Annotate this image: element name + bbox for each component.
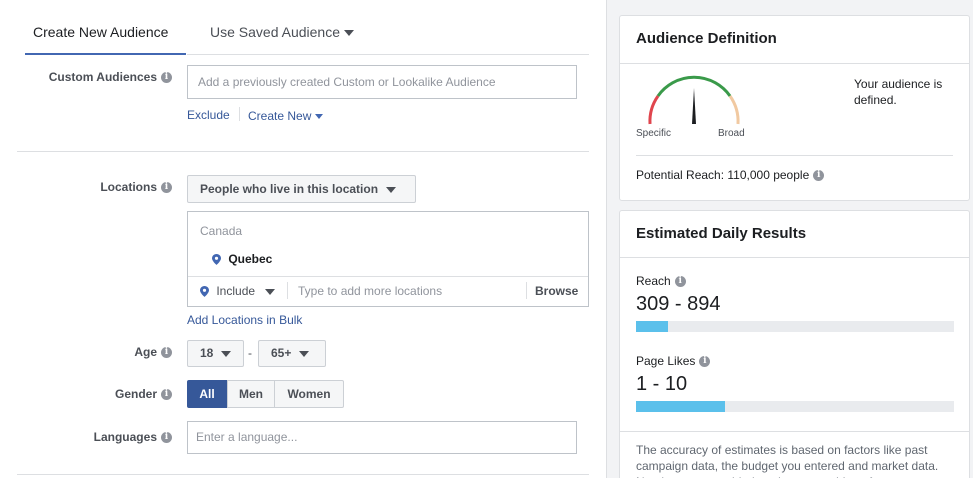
card-divider bbox=[620, 257, 969, 258]
add-locations-input[interactable]: Type to add more locations bbox=[298, 284, 523, 298]
languages-input[interactable]: Enter a language... bbox=[187, 421, 577, 454]
languages-label: Languages i bbox=[70, 430, 172, 444]
include-separator bbox=[287, 282, 288, 299]
page-likes-label-text: Page Likes bbox=[636, 354, 696, 368]
browse-separator bbox=[526, 282, 527, 299]
info-icon[interactable]: i bbox=[161, 72, 172, 84]
chevron-down-icon bbox=[265, 288, 276, 295]
gauge-specific-label: Specific bbox=[636, 128, 672, 139]
reach-bar-fill bbox=[636, 321, 668, 332]
gender-label-text: Gender bbox=[114, 387, 157, 401]
info-icon[interactable]: i bbox=[161, 432, 172, 444]
potential-reach-text: Potential Reach: 110,000 people bbox=[636, 168, 810, 182]
age-max-dropdown[interactable]: 65+ bbox=[258, 340, 326, 367]
gender-label: Gender i bbox=[80, 387, 172, 401]
country-label: Canada bbox=[200, 224, 243, 238]
accuracy-disclaimer: The accuracy of estimates is based on fa… bbox=[636, 443, 939, 478]
gender-all-button[interactable]: All bbox=[187, 380, 227, 408]
link-separator bbox=[239, 107, 240, 121]
potential-reach: Potential Reach: 110,000 people i bbox=[636, 168, 825, 182]
age-separator: - bbox=[248, 346, 252, 360]
card-divider bbox=[620, 431, 969, 432]
age-max-value: 65+ bbox=[271, 346, 292, 360]
chevron-down-icon bbox=[221, 350, 232, 357]
locations-box: Canada Quebec Include Type to add more l… bbox=[187, 211, 589, 307]
audience-summary-panel: Audience Definition Specific Broad Your … bbox=[606, 0, 973, 478]
tab-create-new-audience[interactable]: Create New Audience bbox=[25, 24, 186, 55]
locations-label: Locations i bbox=[60, 180, 172, 194]
create-new-link[interactable]: Create New bbox=[248, 109, 324, 123]
chevron-down-icon bbox=[343, 30, 354, 37]
selected-location-label: Quebec bbox=[228, 252, 273, 266]
daily-results-title: Estimated Daily Results bbox=[636, 225, 807, 242]
locations-label-text: Locations bbox=[100, 180, 157, 194]
info-icon[interactable]: i bbox=[813, 170, 825, 182]
exclude-link[interactable]: Exclude bbox=[187, 108, 230, 122]
selected-location[interactable]: Quebec bbox=[212, 252, 272, 266]
include-label: Include bbox=[216, 284, 256, 298]
estimated-daily-results-card: Estimated Daily Results Reach i 309 - 894… bbox=[619, 210, 970, 478]
card-divider bbox=[636, 155, 953, 156]
chevron-down-icon bbox=[315, 114, 324, 120]
age-label: Age i bbox=[100, 345, 172, 359]
audience-gauge-icon bbox=[648, 75, 740, 125]
locations-box-divider bbox=[188, 276, 588, 277]
reach-bar bbox=[636, 321, 954, 332]
info-icon[interactable]: i bbox=[161, 347, 172, 359]
location-type-dropdown[interactable]: People who live in this location bbox=[187, 175, 416, 203]
info-icon[interactable]: i bbox=[161, 182, 172, 194]
audience-definition-card: Audience Definition Specific Broad Your … bbox=[619, 15, 970, 201]
audience-form-panel: Create New Audience Use Saved Audience C… bbox=[0, 0, 606, 478]
chevron-down-icon bbox=[386, 186, 397, 193]
age-min-value: 18 bbox=[200, 346, 214, 360]
reach-label: Reach i bbox=[636, 274, 686, 288]
gender-men-button[interactable]: Men bbox=[227, 380, 275, 408]
audience-status-text: Your audience is defined. bbox=[854, 77, 943, 107]
languages-label-text: Languages bbox=[93, 430, 157, 444]
gauge-broad-label: Broad bbox=[718, 128, 745, 139]
info-icon[interactable]: i bbox=[674, 276, 686, 288]
audience-definition-title: Audience Definition bbox=[636, 30, 777, 47]
card-divider bbox=[620, 63, 969, 64]
chevron-down-icon bbox=[299, 350, 310, 357]
tab-use-saved-label: Use Saved Audience bbox=[210, 24, 340, 40]
age-min-dropdown[interactable]: 18 bbox=[187, 340, 244, 367]
age-label-text: Age bbox=[134, 345, 157, 359]
page-likes-bar bbox=[636, 401, 954, 412]
page-likes-label: Page Likes i bbox=[636, 354, 711, 368]
tab-use-saved-audience[interactable]: Use Saved Audience bbox=[210, 24, 354, 40]
info-icon[interactable]: i bbox=[699, 356, 711, 368]
custom-audiences-label-text: Custom Audiences bbox=[48, 70, 157, 84]
page-likes-bar-fill bbox=[636, 401, 726, 412]
location-pin-icon bbox=[212, 254, 221, 266]
section-divider bbox=[17, 474, 589, 475]
include-dropdown[interactable]: Include bbox=[200, 284, 276, 298]
reach-label-text: Reach bbox=[636, 274, 671, 288]
reach-value: 309 - 894 bbox=[636, 293, 721, 315]
add-locations-bulk-link[interactable]: Add Locations in Bulk bbox=[187, 313, 302, 327]
info-icon[interactable]: i bbox=[161, 389, 172, 401]
tab-divider bbox=[187, 54, 589, 55]
location-pin-icon bbox=[200, 286, 209, 298]
gender-women-button[interactable]: Women bbox=[274, 380, 344, 408]
location-type-label: People who live in this location bbox=[200, 182, 379, 196]
section-divider bbox=[17, 151, 589, 152]
create-new-label: Create New bbox=[248, 109, 312, 123]
custom-audiences-label: Custom Audiences i bbox=[30, 70, 172, 84]
page-likes-value: 1 - 10 bbox=[636, 373, 688, 395]
custom-audiences-input[interactable]: Add a previously created Custom or Looka… bbox=[187, 65, 577, 99]
browse-button[interactable]: Browse bbox=[535, 284, 578, 298]
